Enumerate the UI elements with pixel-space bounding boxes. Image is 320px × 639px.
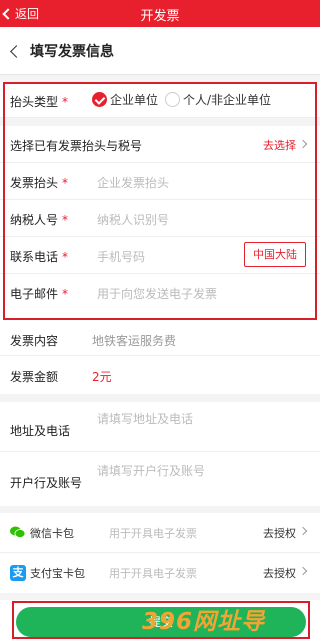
amount-value: 2元 [92, 370, 112, 384]
chevron-right-icon [298, 139, 308, 149]
existing-title-row[interactable]: 选择已有发票抬头与税号 去选择 [0, 126, 320, 163]
region-selector[interactable]: 中国大陆 [244, 242, 306, 267]
content-label: 发票内容 [10, 334, 59, 348]
invoice-form: 抬头类型 * 企业单位 个人/非企业单位 选择已有发票抬头与税号 去选择 发票抬头… [0, 82, 320, 322]
email-row: 电子邮件 * 用于向您发送电子发票 [0, 274, 320, 311]
taxid-label: 纳税人号 [10, 213, 59, 227]
taxid-input[interactable]: 纳税人识别号 [97, 211, 169, 228]
bank-label: 开户行及账号 [10, 476, 83, 490]
card-label: 微信卡包 [30, 527, 74, 540]
chevron-right-icon [298, 566, 308, 576]
type-row: 抬头类型 * 企业单位 个人/非企业单位 [0, 82, 320, 118]
email-input[interactable]: 用于向您发送电子发票 [97, 285, 217, 302]
type-option-personal[interactable]: 个人/非企业单位 [165, 91, 271, 108]
authorize-link[interactable]: 去授权 [263, 565, 296, 581]
top-bar: 返回 开发票 [0, 0, 320, 27]
phone-row: 联系电话 * 手机号码 中国大陆 [0, 237, 320, 274]
content-row: 发票内容 地铁客运服务费 [0, 322, 320, 356]
authorize-link[interactable]: 去授权 [263, 525, 296, 541]
type-label: 抬头类型 [10, 95, 59, 109]
alipay-card-row[interactable]: 支 支付宝卡包 用于开具电子发票 去授权 [0, 553, 320, 593]
address-label: 地址及电话 [10, 424, 71, 438]
phone-label: 联系电话 [10, 250, 59, 264]
invoice-info: 发票内容 地铁客运服务费 发票金额 2元 [0, 322, 320, 394]
wechat-card-row[interactable]: 微信卡包 用于开具电子发票 去授权 [0, 513, 320, 553]
bank-input[interactable]: 请填写开户行及账号 [97, 462, 205, 479]
existing-label: 选择已有发票抬头与税号 [10, 139, 143, 153]
card-label: 支付宝卡包 [30, 567, 85, 580]
extra-info: 地址及电话 请填写地址及电话 开户行及账号 请填写开户行及账号 [0, 402, 320, 506]
wechat-icon [10, 526, 25, 538]
email-label: 电子邮件 [10, 287, 59, 301]
card-packages: 微信卡包 用于开具电子发票 去授权 支 支付宝卡包 用于开具电子发票 去授权 [0, 513, 320, 593]
card-placeholder: 用于开具电子发票 [109, 527, 197, 540]
title-input[interactable]: 企业发票抬头 [97, 174, 169, 191]
bank-row: 开户行及账号 请填写开户行及账号 [0, 454, 320, 504]
type-option-label: 个人/非企业单位 [183, 93, 272, 107]
page-header: 填写发票信息 [0, 27, 320, 75]
amount-label: 发票金额 [10, 370, 59, 384]
address-input[interactable]: 请填写地址及电话 [97, 410, 193, 427]
footer: 提交 396网址导 [0, 600, 320, 639]
watermark: 396网址导 [142, 609, 266, 635]
phone-input[interactable]: 手机号码 [97, 248, 145, 265]
required-mark: * [62, 176, 69, 190]
back-chevron-icon[interactable] [10, 45, 23, 58]
alipay-icon: 支 [10, 565, 26, 581]
unchecked-radio-icon [165, 92, 180, 107]
page-title: 填写发票信息 [30, 44, 114, 60]
type-option-label: 企业单位 [110, 93, 159, 107]
screen-title: 开发票 [140, 9, 180, 24]
required-mark: * [62, 213, 69, 227]
divider [0, 118, 320, 126]
required-mark: * [62, 250, 69, 264]
checked-radio-icon [92, 92, 107, 107]
amount-row: 发票金额 2元 [0, 358, 320, 392]
title-row: 发票抬头 * 企业发票抬头 [0, 163, 320, 200]
taxid-row: 纳税人号 * 纳税人识别号 [0, 200, 320, 237]
address-row: 地址及电话 请填写地址及电话 [0, 402, 320, 452]
title-label: 发票抬头 [10, 176, 59, 190]
required-mark: * [62, 287, 69, 301]
type-option-company[interactable]: 企业单位 [92, 91, 158, 108]
choose-link[interactable]: 去选择 [263, 137, 296, 153]
chevron-right-icon [298, 526, 308, 536]
required-mark: * [62, 95, 69, 109]
card-placeholder: 用于开具电子发票 [109, 567, 197, 580]
content-value: 地铁客运服务费 [92, 334, 177, 348]
